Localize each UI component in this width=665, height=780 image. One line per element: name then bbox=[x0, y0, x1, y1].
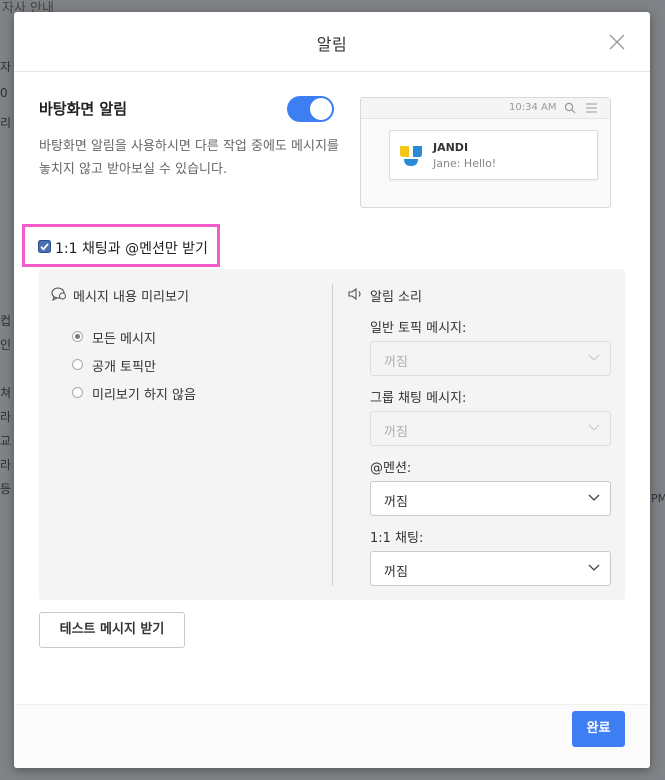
select-value: 꺼짐 bbox=[384, 355, 408, 370]
jandi-logo-icon bbox=[400, 146, 422, 166]
notification-options-panel: 메시지 내용 미리보기 모든 메시지 공개 토픽만 미리보기 하지 않음 알림 … bbox=[39, 269, 625, 600]
background-char: 쳐 bbox=[0, 386, 12, 400]
modal-header: 알림 bbox=[14, 12, 650, 72]
desktop-notification-description: 바탕화면 알림을 사용하시면 다른 작업 중에도 메시지를 놓치지 않고 받아보… bbox=[39, 139, 339, 177]
done-button[interactable]: 완료 bbox=[572, 711, 625, 747]
radio-button[interactable] bbox=[72, 359, 83, 370]
dm-sound-select[interactable]: 꺼짐 bbox=[370, 551, 611, 586]
background-char: 자 bbox=[0, 60, 12, 74]
preview-time: 10:34 AM bbox=[509, 102, 557, 113]
background-char: 컵 bbox=[0, 314, 12, 328]
mention-sound-label: @멘션: bbox=[370, 461, 412, 476]
sound-title: 알림 소리 bbox=[370, 290, 422, 305]
radio-button[interactable] bbox=[72, 331, 83, 342]
background-char: 등 bbox=[0, 482, 12, 496]
group-sound-label: 그룹 채팅 메시지: bbox=[370, 391, 467, 406]
desktop-notification-toggle[interactable] bbox=[287, 96, 334, 122]
modal-footer bbox=[14, 704, 650, 768]
column-divider bbox=[332, 284, 333, 586]
background-char: 라 bbox=[0, 458, 12, 472]
test-message-button[interactable]: 테스트 메시지 받기 bbox=[39, 612, 185, 648]
notification-card: JANDI Jane: Hello! bbox=[389, 130, 598, 180]
notification-message: Jane: Hello! bbox=[433, 157, 497, 170]
topic-sound-select: 꺼짐 bbox=[370, 341, 611, 376]
notification-settings-modal: 알림 바탕화면 알림 바탕화면 알림을 사용하시면 다른 작업 중에도 메시지를… bbox=[14, 12, 650, 768]
topic-sound-label: 일반 토픽 메시지: bbox=[370, 321, 467, 336]
background-char: 라 bbox=[0, 410, 12, 424]
close-icon[interactable] bbox=[607, 32, 627, 52]
background-char: 0 bbox=[0, 86, 8, 100]
speaker-icon bbox=[348, 287, 361, 301]
select-value: 꺼짐 bbox=[384, 425, 408, 440]
dm-mention-only-label[interactable]: 1:1 채팅과 @멘션만 받기 bbox=[55, 238, 208, 258]
dm-sound-label: 1:1 채팅: bbox=[370, 531, 424, 546]
background-char: 리 bbox=[0, 116, 12, 130]
select-value: 꺼짐 bbox=[384, 495, 408, 510]
modal-title: 알림 bbox=[316, 35, 348, 54]
desktop-notification-title: 바탕화면 알림 bbox=[39, 100, 128, 118]
chevron-down-icon bbox=[588, 424, 600, 431]
select-value: 꺼짐 bbox=[384, 565, 408, 580]
preview-menubar: 10:34 AM bbox=[361, 98, 610, 119]
background-char: 교 bbox=[0, 434, 12, 448]
group-sound-select: 꺼짐 bbox=[370, 411, 611, 446]
search-icon bbox=[564, 102, 576, 114]
radio-label: 공개 토픽만 bbox=[92, 360, 156, 375]
list-icon bbox=[586, 103, 597, 113]
message-preview-title: 메시지 내용 미리보기 bbox=[73, 290, 189, 305]
notification-preview: 10:34 AM JANDI Jane: Hello! bbox=[360, 97, 611, 208]
toggle-knob bbox=[310, 98, 332, 120]
chevron-down-icon bbox=[588, 564, 600, 571]
background-time: PM bbox=[651, 492, 665, 505]
background-char: 인 bbox=[0, 338, 12, 352]
radio-label: 미리보기 하지 않음 bbox=[92, 388, 196, 403]
radio-label: 모든 메시지 bbox=[92, 332, 156, 347]
chevron-down-icon bbox=[588, 494, 600, 501]
mention-sound-select[interactable]: 꺼짐 bbox=[370, 481, 611, 516]
notification-app-name: JANDI bbox=[433, 141, 469, 154]
speech-bubble-icon bbox=[51, 287, 66, 301]
radio-button[interactable] bbox=[72, 387, 83, 398]
chevron-down-icon bbox=[588, 354, 600, 361]
dm-mention-only-checkbox[interactable] bbox=[38, 240, 51, 253]
